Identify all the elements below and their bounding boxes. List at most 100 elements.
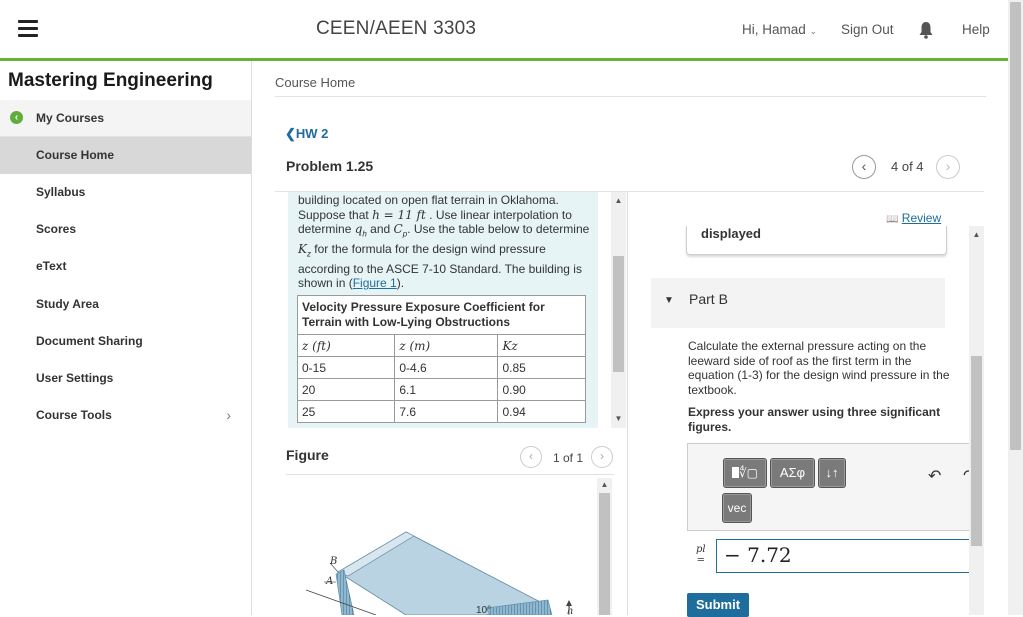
figure-pager: ‹ 1 of 1 › [520, 446, 616, 468]
chevron-down-icon: ⌄ [809, 26, 818, 36]
sidebar-item-label: My Courses [36, 111, 105, 125]
scrollbar-thumb[interactable] [613, 256, 624, 372]
previous-problem-button[interactable]: ‹ [852, 155, 876, 179]
point-b-label: B [329, 556, 337, 567]
greeting-label: Hi, Hamad [742, 22, 806, 37]
column-header: Kz [497, 334, 586, 357]
vector-button[interactable]: vec [722, 493, 752, 523]
table-caption: Velocity Pressure Exposure Coefficient f… [297, 295, 586, 335]
review-label: Review [901, 211, 942, 225]
answer-input[interactable]: − 7.72 [716, 539, 969, 573]
chevron-right-icon: › [226, 407, 231, 423]
exposure-coefficient-table: Velocity Pressure Exposure Coefficient f… [296, 295, 586, 423]
problem-text-line: . Use linear interpolation to [425, 207, 572, 222]
variable-label: pl = [696, 544, 706, 566]
table-cell: 0.90 [497, 378, 586, 401]
column-header: z (ft) [296, 334, 396, 357]
scrollbar-thumb[interactable] [599, 493, 610, 615]
column-header: z (m) [394, 334, 499, 357]
height-expression: h = 11 ft [372, 207, 426, 222]
problem-statement: building located on open flat terrain in… [298, 193, 590, 291]
book-icon: 📖 [886, 214, 899, 225]
sidebar-item-syllabus[interactable]: Syllabus [0, 174, 251, 211]
sidebar-item-label: User Settings [36, 371, 114, 385]
displayed-text: displayed [701, 226, 761, 241]
table-header-row: z (ft) z (m) Kz [296, 334, 586, 357]
height-label: h [567, 606, 573, 615]
question-text: Calculate the external pressure acting o… [688, 339, 950, 397]
help-link[interactable]: Help [962, 22, 990, 37]
greek-symbols-button[interactable]: ΑΣφ [770, 458, 815, 488]
arrows-button[interactable]: ↓↑ [818, 458, 846, 488]
part-b-header[interactable]: ▼ Part B [651, 278, 945, 328]
sidebar-item-document-sharing[interactable]: Document Sharing [0, 323, 251, 360]
chevron-left-icon: ❮ [285, 126, 296, 141]
previous-figure-button[interactable]: ‹ [520, 446, 542, 468]
next-figure-button[interactable]: › [591, 446, 613, 468]
sidebar-item-label: Document Sharing [36, 334, 143, 348]
sidebar-item-label: Course Tools [36, 408, 112, 422]
assignment-link-label: HW 2 [295, 126, 329, 141]
part-a-answer-box: displayed [686, 226, 947, 255]
equals-sign: = [696, 555, 705, 566]
back-to-assignment-link[interactable]: ❮HW 2 [285, 126, 328, 142]
radical-icon: ∜▢ [739, 466, 758, 480]
cp-symbol: C [393, 222, 403, 236]
sidebar-item-user-settings[interactable]: User Settings [0, 360, 251, 397]
math-editor-toolbar: ∜▢ ΑΣφ ↓↑ vec ↶ ↷ [687, 443, 976, 531]
scroll-up-arrow-icon[interactable]: ▲ [597, 478, 612, 492]
templates-button[interactable]: ∜▢ [723, 458, 767, 488]
caret-down-icon: ▼ [664, 295, 674, 306]
menu-icon[interactable] [18, 20, 38, 38]
figure-link[interactable]: Figure 1 [353, 276, 397, 290]
sidebar-item-course-tools[interactable]: Course Tools › [0, 397, 251, 434]
table-cell: 20 [296, 378, 396, 401]
sidebar-item-label: Course Home [36, 148, 115, 162]
scroll-up-arrow-icon[interactable]: ▲ [611, 194, 626, 208]
column-divider [627, 192, 628, 615]
user-menu[interactable]: Hi, Hamad ⌄ [742, 22, 817, 37]
problem-text-line: Suppose that [298, 207, 373, 222]
sidebar-item-study-area[interactable]: Study Area [0, 286, 251, 323]
table-cell: 25 [296, 400, 396, 423]
sidebar-item-etext[interactable]: eText [0, 248, 251, 285]
figure-title: Figure [286, 447, 329, 463]
problem-statement-panel: building located on open flat terrain in… [288, 192, 598, 428]
undo-icon[interactable]: ↶ [928, 466, 941, 486]
table-cell: 0-15 [296, 356, 396, 379]
scrollbar-thumb[interactable] [971, 356, 982, 546]
divider [286, 474, 614, 475]
notification-bell-icon[interactable] [918, 21, 934, 39]
problem-text-line: shown in ( [298, 276, 353, 291]
table-row: 20 6.1 0.90 [296, 378, 586, 401]
scroll-up-arrow-icon[interactable]: ▲ [969, 228, 984, 242]
variable-name: pl [696, 544, 706, 555]
breadcrumb[interactable]: Course Home [275, 75, 355, 90]
next-problem-button[interactable]: › [936, 155, 960, 179]
sidebar-item-label: Scores [36, 222, 77, 236]
problem-text-line: for the formula for the design wind pres… [310, 241, 546, 256]
problem-text-line: building located on open flat terrain in… [298, 193, 559, 207]
scroll-down-arrow-icon[interactable]: ▼ [611, 412, 626, 426]
problem-text-line: ). [396, 276, 405, 291]
scrollbar-thumb[interactable] [1010, 2, 1021, 450]
problem-text-line: and [366, 222, 394, 236]
sign-out-link[interactable]: Sign Out [841, 22, 894, 37]
pager-text: 4 of 4 [891, 159, 924, 174]
submit-button[interactable]: Submit [687, 593, 749, 617]
roof-angle-label: 10° [476, 605, 491, 615]
sidebar-item-label: eText [36, 259, 67, 273]
kz-symbol: K [298, 241, 307, 256]
sidebar-item-my-courses[interactable]: ‹ My Courses [0, 100, 251, 137]
figure-pager-text: 1 of 1 [553, 451, 584, 465]
point-a-label: A [325, 576, 333, 587]
table-cell: 0-4.6 [394, 356, 499, 379]
part-label: Part B [689, 291, 728, 307]
problem-title: Problem 1.25 [286, 158, 374, 174]
sidebar-item-scores[interactable]: Scores [0, 211, 251, 248]
sidebar-item-course-home[interactable]: Course Home [0, 137, 251, 174]
problem-text-line: according to the ASCE 7-10 Standard. The… [298, 261, 582, 276]
review-link[interactable]: 📖 Review [886, 211, 941, 225]
table-row: 0-15 0-4.6 0.85 [296, 356, 586, 379]
sidebar-item-label: Syllabus [36, 185, 86, 199]
